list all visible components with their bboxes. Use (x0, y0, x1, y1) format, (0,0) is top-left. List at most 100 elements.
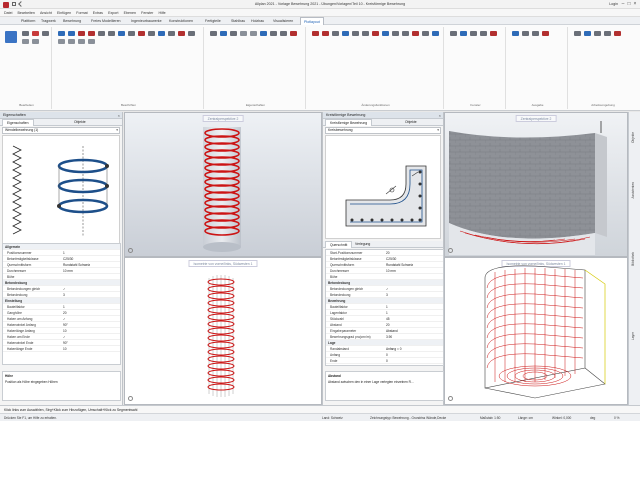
menu-item[interactable]: Format (76, 11, 87, 15)
menu-item[interactable]: Export (108, 11, 118, 15)
modify-icon[interactable] (312, 31, 319, 36)
hatch-icon[interactable] (128, 31, 135, 36)
linetype-icon[interactable] (78, 39, 85, 44)
tab-freies-modellieren[interactable]: Freies Modellieren (88, 17, 124, 25)
tab-objekte[interactable]: Objekte (401, 119, 421, 126)
viewport-settings-icon[interactable] (448, 396, 453, 401)
menu-item[interactable]: Hilfe (158, 11, 165, 15)
tab-querschnitt[interactable]: Querschnitt (325, 241, 353, 248)
rebar-label-icon[interactable] (58, 31, 65, 36)
sidebar-tab-bibliothek[interactable]: Bibliothek (631, 252, 635, 266)
menu-item[interactable]: Extras (93, 11, 103, 15)
tab-holzbau[interactable]: Holzbau (248, 17, 267, 25)
sidebar-tab-layer[interactable]: Layer (631, 332, 635, 340)
print-icon[interactable] (512, 31, 519, 36)
edit-icon[interactable] (280, 31, 287, 36)
reinforcement-type-select[interactable]: Kreisbewehrung ▾ (325, 127, 441, 134)
modify-icon[interactable] (372, 31, 379, 36)
property-row[interactable]: Ende 0 (326, 358, 443, 364)
pen-icon[interactable] (68, 39, 75, 44)
edit-icon[interactable] (260, 31, 267, 36)
match-icon[interactable] (230, 31, 237, 36)
viewport-settings-icon[interactable] (448, 248, 453, 253)
select-tool-icon[interactable] (5, 31, 17, 43)
tab-stahlbau[interactable]: Stahlbau (228, 17, 248, 25)
move-icon[interactable] (42, 31, 49, 36)
color-icon[interactable] (88, 39, 95, 44)
workspace-icon[interactable] (574, 31, 581, 36)
viewport-settings-icon[interactable] (128, 396, 133, 401)
sidebar-tab-objekte[interactable]: Objekte (631, 132, 635, 143)
edit-icon[interactable] (270, 31, 277, 36)
format-icon[interactable] (220, 31, 227, 36)
rotate-icon[interactable] (22, 39, 29, 44)
menu-item[interactable]: Ansicht (40, 11, 52, 15)
viewport-isometric-left[interactable]: Isometrie von vorne/links, Südwesten 1 (124, 257, 322, 405)
workspace-icon[interactable] (604, 31, 611, 36)
rebar-label-icon[interactable] (68, 31, 75, 36)
dimension-icon[interactable] (108, 31, 115, 36)
undo-icon[interactable] (18, 1, 24, 7)
tab-plattform[interactable]: Plattform (18, 17, 38, 25)
user-login[interactable]: Login (609, 2, 618, 6)
tab-plotlayout[interactable]: Plotlayout (300, 17, 324, 25)
tab-visualisieren[interactable]: Visualisieren (270, 17, 296, 25)
workspace-icon[interactable] (584, 31, 591, 36)
close-palette-icon[interactable]: × (118, 112, 120, 119)
tab-eigenschaften[interactable]: Eigenschaften (2, 119, 34, 126)
viewport-perspective-right[interactable]: Zentralperspektive 2 (444, 112, 628, 257)
layer-icon[interactable] (58, 39, 65, 44)
menu-item[interactable]: Fenster (141, 11, 153, 15)
property-row[interactable]: Hakenlänge Ende 10 (3, 346, 120, 352)
window-icon[interactable] (480, 31, 487, 36)
close-icon[interactable]: × (632, 1, 638, 7)
workspace-icon[interactable] (614, 31, 621, 36)
tab-verlegung[interactable]: Verlegung (351, 241, 374, 248)
window-icon[interactable] (460, 31, 467, 36)
window-icon[interactable] (470, 31, 477, 36)
modify-icon[interactable] (432, 31, 439, 36)
edit-icon[interactable] (250, 31, 257, 36)
polyline-icon[interactable] (168, 31, 175, 36)
properties-icon[interactable] (210, 31, 217, 36)
menu-item[interactable]: Bearbeiten (18, 11, 35, 15)
close-palette-icon[interactable]: × (439, 112, 441, 119)
tab-bewehrung[interactable]: Bewehrung (60, 17, 84, 25)
modify-icon[interactable] (352, 31, 359, 36)
export-icon[interactable] (532, 31, 539, 36)
spiral-icon[interactable] (178, 31, 185, 36)
tab-tragwerk[interactable]: Tragwerk (38, 17, 59, 25)
mesh-icon[interactable] (138, 31, 145, 36)
modify-icon[interactable] (342, 31, 349, 36)
modify-icon[interactable] (362, 31, 369, 36)
object-type-select[interactable]: Wendelbewehrung (1) ▾ (2, 127, 120, 134)
delete-icon[interactable] (32, 31, 39, 36)
tab-objekte[interactable]: Objekte (70, 119, 90, 126)
copy-icon[interactable] (22, 31, 29, 36)
tab-konstruktionen[interactable]: Konstruktionen (166, 17, 196, 25)
mirror-icon[interactable] (32, 39, 39, 44)
window-icon[interactable] (450, 31, 457, 36)
text-icon[interactable] (118, 31, 125, 36)
workspace-icon[interactable] (594, 31, 601, 36)
save-quick-icon[interactable] (12, 2, 16, 6)
arc-icon[interactable] (188, 31, 195, 36)
export-icon[interactable] (522, 31, 529, 36)
modify-icon[interactable] (402, 31, 409, 36)
menu-item[interactable]: Ebenen (124, 11, 136, 15)
sidebar-tab-assistenten[interactable]: Assistenten (631, 182, 635, 198)
line-icon[interactable] (148, 31, 155, 36)
menu-item[interactable]: Einfügen (57, 11, 71, 15)
viewport-isometric-right[interactable]: Isometrie von vorne/links, Südwesten 1 (444, 257, 628, 405)
modify-icon[interactable] (332, 31, 339, 36)
modify-icon[interactable] (322, 31, 329, 36)
rebar-shape-icon[interactable] (88, 31, 95, 36)
tab-fertigteile[interactable]: Fertigteile (202, 17, 224, 25)
export-icon[interactable] (542, 31, 549, 36)
tab-ingenieurbauwerke[interactable]: Ingenieurbauwerke (128, 17, 165, 25)
tab-kreisfoermige-bewehrung[interactable]: Kreisförmige Bewehrung (325, 119, 373, 126)
edit-icon[interactable] (240, 31, 247, 36)
viewport-settings-icon[interactable] (128, 248, 133, 253)
rebar-shape-icon[interactable] (78, 31, 85, 36)
modify-icon[interactable] (412, 31, 419, 36)
